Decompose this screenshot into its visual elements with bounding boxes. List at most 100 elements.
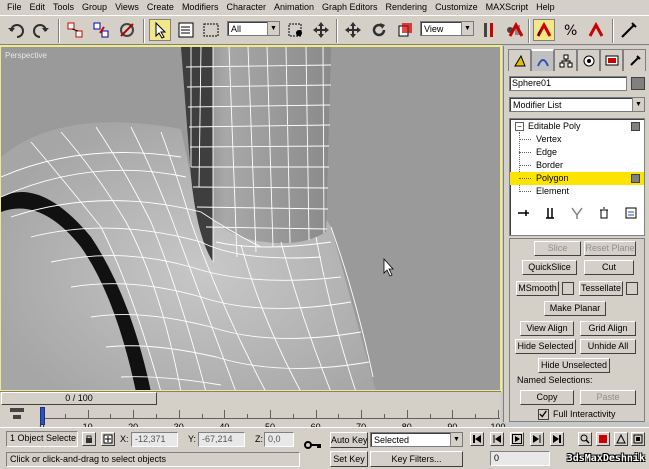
selection-filter-dropdown[interactable]: All ▼	[227, 21, 280, 36]
select-window-crossing-icon[interactable]	[285, 19, 307, 41]
undo-icon[interactable]	[5, 19, 27, 41]
unlink-icon[interactable]	[90, 19, 112, 41]
msmooth-button[interactable]: MSmooth	[516, 281, 559, 296]
grid-align-button[interactable]: Grid Align	[580, 321, 636, 336]
tessellate-settings-button[interactable]	[626, 282, 638, 295]
menu-item-edit[interactable]: Edit	[26, 0, 50, 15]
menu-item-character[interactable]: Character	[222, 0, 270, 15]
cut-button[interactable]: Cut	[584, 260, 634, 275]
percent-snap-icon[interactable]: %	[560, 19, 582, 41]
collapse-icon[interactable]: −	[515, 122, 524, 131]
select-rotate-icon[interactable]	[368, 19, 390, 41]
menu-item-maxscript[interactable]: MAXScript	[482, 0, 533, 15]
modifier-list-dropdown[interactable]: Modifier List ▼	[509, 97, 645, 112]
ref-coord-dropdown[interactable]: View ▼	[420, 21, 474, 36]
time-slider[interactable]: 0 / 100	[0, 391, 501, 405]
select-scale-icon[interactable]	[394, 19, 416, 41]
hide-selected-button[interactable]: Hide Selected	[515, 339, 576, 354]
x-coordinate-field[interactable]: -12,371	[131, 432, 178, 447]
modify-tab-icon[interactable]	[531, 49, 554, 71]
angle-snap-icon[interactable]	[533, 19, 555, 41]
menu-item-help[interactable]: Help	[532, 0, 559, 15]
select-move-axis-icon[interactable]	[342, 19, 364, 41]
perspective-viewport[interactable]: Perspective	[0, 45, 502, 392]
pin-stack-icon[interactable]	[516, 206, 530, 220]
tessellate-button[interactable]: Tessellate	[579, 281, 623, 296]
rect-selection-icon[interactable]	[200, 19, 222, 41]
create-tab-icon[interactable]	[508, 49, 531, 71]
pivot-icon[interactable]	[478, 19, 500, 41]
make-unique-icon[interactable]	[570, 206, 584, 220]
menu-item-group[interactable]: Group	[78, 0, 111, 15]
object-color-swatch[interactable]	[631, 77, 645, 90]
utilities-tab-icon[interactable]	[623, 49, 646, 71]
bind-spacewarp-icon[interactable]	[116, 19, 138, 41]
quickslice-button[interactable]: QuickSlice	[522, 260, 577, 275]
reset-plane-button[interactable]: Reset Plane	[584, 241, 636, 256]
key-filters-button[interactable]: Key Filters...	[370, 451, 463, 467]
display-tab-icon[interactable]	[600, 49, 623, 71]
next-frame-icon[interactable]	[530, 432, 544, 446]
msmooth-settings-button[interactable]	[562, 282, 574, 295]
select-link-icon[interactable]	[64, 19, 86, 41]
auto-key-button[interactable]: Auto Key	[330, 432, 368, 448]
stack-item-editable-poly[interactable]: − Editable Poly	[510, 120, 644, 133]
menu-item-create[interactable]: Create	[143, 0, 178, 15]
hierarchy-tab-icon[interactable]	[554, 49, 577, 71]
view-align-button[interactable]: View Align	[520, 321, 574, 336]
stack-item-border[interactable]: Border	[510, 159, 644, 172]
menu-item-tools[interactable]: Tools	[49, 0, 78, 15]
time-slider-thumb[interactable]: 0 / 100	[1, 392, 157, 405]
set-key-button[interactable]: Set Key	[330, 451, 368, 467]
menu-item-views[interactable]: Views	[111, 0, 143, 15]
max-toggle-icon[interactable]	[631, 432, 645, 446]
object-name-field[interactable]: Sphere01	[509, 76, 627, 91]
zoom-extents-icon[interactable]	[596, 432, 610, 446]
play-icon[interactable]	[510, 432, 524, 446]
named-selection-icon[interactable]	[618, 19, 640, 41]
z-coordinate-field[interactable]: 0,0	[264, 432, 294, 447]
viewport-label[interactable]: Perspective	[5, 51, 47, 60]
select-by-name-icon[interactable]	[175, 19, 197, 41]
current-frame-marker[interactable]	[40, 407, 45, 425]
snap-icon[interactable]	[505, 19, 527, 41]
paste-button[interactable]: Paste	[580, 390, 636, 405]
lock-selection-icon[interactable]	[82, 432, 96, 446]
track-bar[interactable]: 0102030405060708090100	[0, 405, 506, 432]
go-to-end-icon[interactable]	[550, 432, 564, 446]
menu-item-modifiers[interactable]: Modifiers	[178, 0, 223, 15]
hide-unselected-button[interactable]: Hide Unselected	[538, 358, 610, 373]
menu-item-graph-editors[interactable]: Graph Editors	[318, 0, 382, 15]
configure-modifier-sets-icon[interactable]	[624, 206, 638, 220]
menu-item-file[interactable]: File	[3, 0, 26, 15]
current-frame-field[interactable]: 0	[490, 451, 550, 466]
key-mode-dropdown[interactable]: Selected ▼	[370, 432, 463, 447]
redo-icon[interactable]	[30, 19, 52, 41]
menu-item-animation[interactable]: Animation	[270, 0, 318, 15]
stack-item-element[interactable]: Element	[510, 185, 644, 198]
go-to-start-icon[interactable]	[470, 432, 484, 446]
stack-toggle-icon[interactable]	[631, 174, 640, 183]
show-end-result-icon[interactable]	[543, 206, 557, 220]
select-move-icon[interactable]	[310, 19, 332, 41]
motion-tab-icon[interactable]	[577, 49, 600, 71]
spinner-snap-icon[interactable]	[585, 19, 607, 41]
mini-curve-editor-icon[interactable]	[8, 405, 26, 423]
slice-button[interactable]: Slice	[534, 241, 581, 256]
stack-item-edge[interactable]: Edge	[510, 146, 644, 159]
key-icon[interactable]	[301, 434, 325, 456]
stack-item-vertex[interactable]: Vertex	[510, 133, 644, 146]
make-planar-button[interactable]: Make Planar	[544, 301, 606, 316]
remove-modifier-icon[interactable]	[597, 206, 611, 220]
stack-item-polygon[interactable]: Polygon	[510, 172, 644, 185]
copy-button[interactable]: Copy	[520, 390, 574, 405]
menu-item-customize[interactable]: Customize	[431, 0, 482, 15]
select-object-icon[interactable]	[149, 19, 171, 41]
unhide-all-button[interactable]: Unhide All	[580, 339, 636, 354]
previous-frame-icon[interactable]	[490, 432, 504, 446]
full-interactivity-checkbox[interactable]	[538, 409, 549, 420]
field-of-view-icon[interactable]	[614, 432, 628, 446]
y-coordinate-field[interactable]: -67,214	[198, 432, 245, 447]
menu-item-rendering[interactable]: Rendering	[382, 0, 432, 15]
zoom-icon[interactable]	[578, 432, 592, 446]
